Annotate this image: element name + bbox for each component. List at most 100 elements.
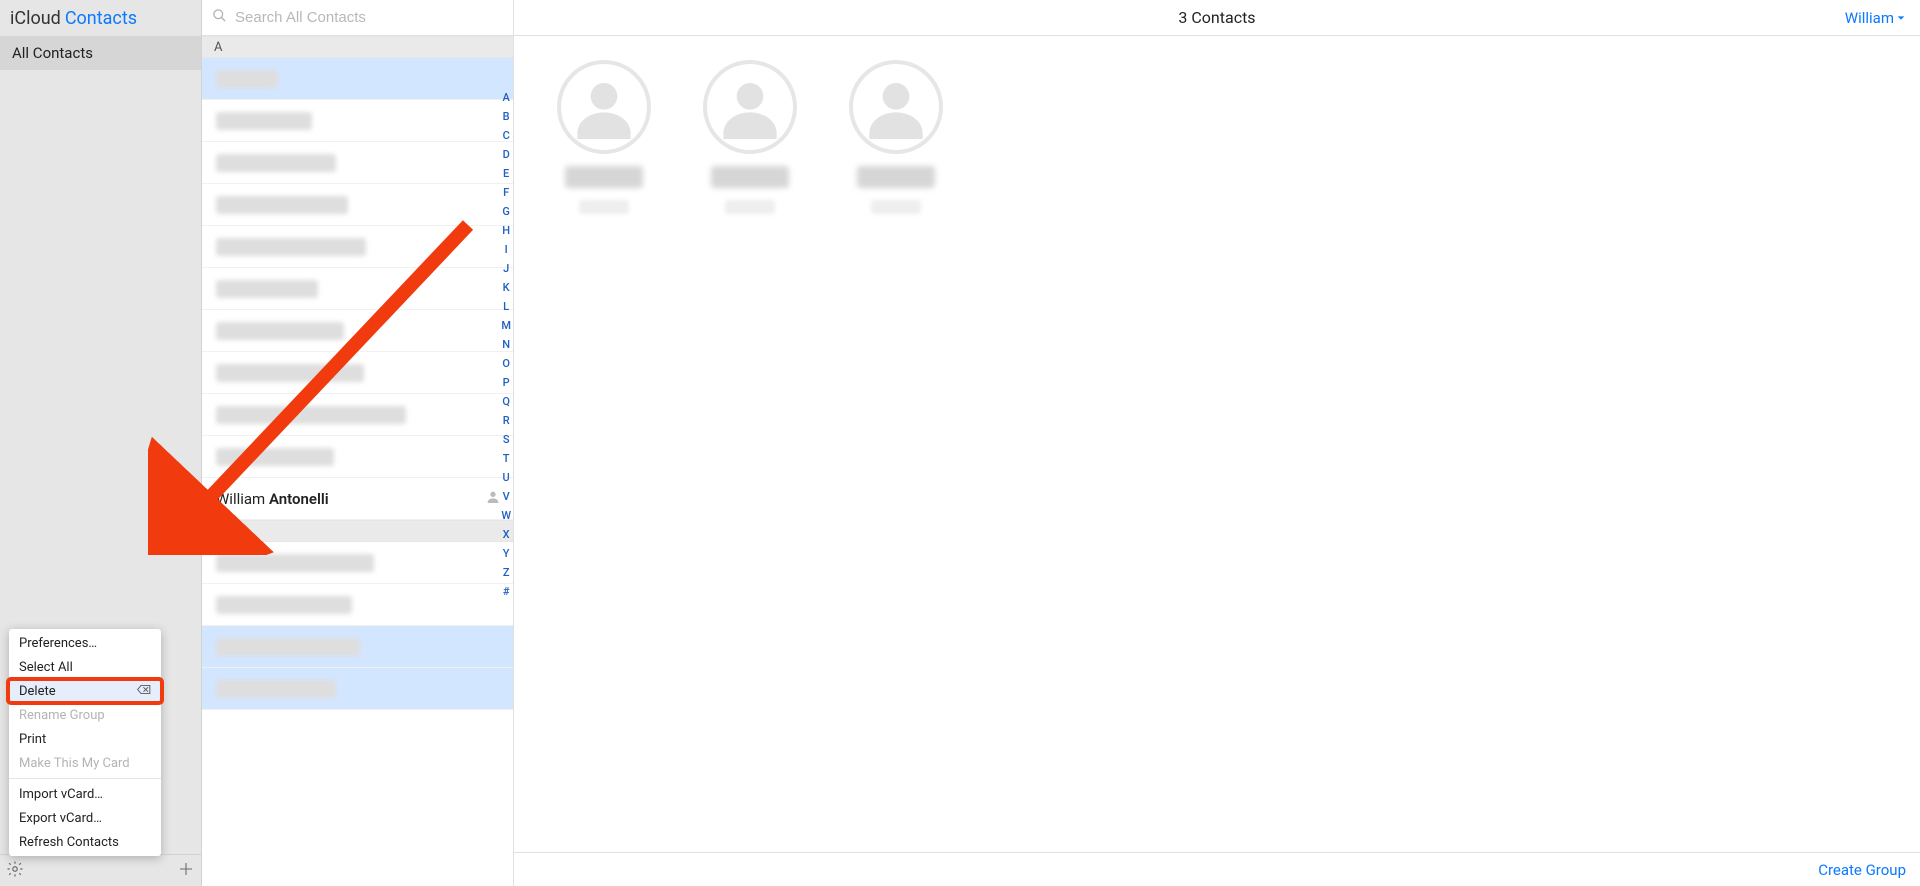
app-name-label: Contacts bbox=[65, 8, 137, 29]
contacts-list[interactable]: A William Antonelli B bbox=[202, 36, 513, 886]
add-button[interactable] bbox=[171, 856, 201, 886]
contact-row[interactable] bbox=[202, 352, 513, 394]
alpha-index-letter[interactable]: K bbox=[503, 280, 510, 295]
alpha-index-letter[interactable]: O bbox=[502, 356, 510, 371]
section-header: B bbox=[202, 520, 513, 542]
menu-separator bbox=[9, 778, 161, 779]
alpha-index-letter[interactable]: Q bbox=[502, 394, 510, 409]
avatar-placeholder-icon bbox=[557, 60, 651, 154]
alpha-index-letter[interactable]: M bbox=[501, 318, 511, 333]
contact-row[interactable]: William Antonelli bbox=[202, 478, 513, 520]
app-root: iCloud Contacts All Contacts bbox=[0, 0, 1920, 886]
menu-item-preferences[interactable]: Preferences… bbox=[9, 631, 161, 655]
selected-contacts-avatars bbox=[554, 60, 1920, 214]
contact-name-redacted bbox=[565, 166, 643, 188]
menu-item-label: Make This My Card bbox=[19, 756, 130, 771]
alpha-index-letter[interactable]: D bbox=[503, 147, 510, 162]
sidebar-footer bbox=[0, 854, 201, 886]
alpha-index-letter[interactable]: T bbox=[503, 451, 510, 466]
menu-item-import-vcard[interactable]: Import vCard… bbox=[9, 782, 161, 806]
alpha-index-letter[interactable]: F bbox=[503, 185, 509, 200]
alpha-index-letter[interactable]: C bbox=[503, 128, 510, 143]
alpha-index-letter[interactable]: G bbox=[502, 204, 510, 219]
contact-name-redacted bbox=[216, 322, 344, 340]
alpha-index-letter[interactable]: Y bbox=[503, 546, 510, 561]
alpha-index-letter[interactable]: # bbox=[503, 584, 510, 599]
sidebar-item-all-contacts[interactable]: All Contacts bbox=[0, 36, 201, 70]
contact-row[interactable] bbox=[202, 142, 513, 184]
contact-row[interactable] bbox=[202, 58, 513, 100]
contact-row[interactable] bbox=[202, 310, 513, 352]
contact-name-redacted bbox=[216, 448, 334, 466]
menu-item-label: Preferences… bbox=[19, 636, 97, 651]
menu-item-label: Import vCard… bbox=[19, 787, 103, 802]
contact-name-redacted bbox=[857, 166, 935, 188]
settings-gear-button[interactable] bbox=[0, 856, 30, 886]
app-switcher[interactable]: iCloud Contacts bbox=[0, 0, 201, 36]
contact-name-redacted bbox=[216, 154, 336, 172]
avatar-placeholder-icon bbox=[703, 60, 797, 154]
contact-name-redacted bbox=[216, 112, 312, 130]
alpha-index-letter[interactable]: A bbox=[503, 90, 510, 105]
detail-body bbox=[514, 36, 1920, 852]
alpha-index-letter[interactable]: S bbox=[503, 432, 510, 447]
menu-item-select-all[interactable]: Select All bbox=[9, 655, 161, 679]
selected-contact-card[interactable] bbox=[554, 60, 654, 214]
contact-row[interactable] bbox=[202, 584, 513, 626]
contact-row[interactable] bbox=[202, 626, 513, 668]
menu-item-export-vcard[interactable]: Export vCard… bbox=[9, 806, 161, 830]
alpha-index-letter[interactable]: J bbox=[503, 261, 509, 276]
alpha-index-letter[interactable]: B bbox=[503, 109, 510, 124]
create-group-button[interactable]: Create Group bbox=[1818, 861, 1906, 879]
contact-detail-redacted bbox=[579, 200, 629, 214]
alpha-index-letter[interactable]: I bbox=[505, 242, 508, 257]
sidebar: iCloud Contacts All Contacts bbox=[0, 0, 202, 886]
search-input[interactable] bbox=[233, 8, 503, 27]
alpha-index-letter[interactable]: L bbox=[503, 299, 509, 314]
menu-item-label: Print bbox=[19, 732, 46, 747]
contact-name-redacted bbox=[216, 364, 364, 382]
alpha-index-letter[interactable]: E bbox=[503, 166, 509, 181]
menu-item-refresh-contacts[interactable]: Refresh Contacts bbox=[9, 830, 161, 854]
chevron-down-icon bbox=[1896, 9, 1906, 27]
contact-row[interactable] bbox=[202, 268, 513, 310]
contact-name-redacted bbox=[216, 596, 352, 614]
contact-row[interactable] bbox=[202, 184, 513, 226]
menu-item-delete[interactable]: Delete bbox=[9, 679, 161, 703]
contact-row[interactable] bbox=[202, 668, 513, 710]
alpha-index-letter[interactable]: W bbox=[501, 508, 511, 523]
contact-name-redacted bbox=[216, 70, 278, 88]
contact-row[interactable] bbox=[202, 100, 513, 142]
selected-contact-card[interactable] bbox=[846, 60, 946, 214]
alpha-index-letter[interactable]: V bbox=[503, 489, 510, 504]
alpha-index-letter[interactable]: X bbox=[503, 527, 510, 542]
search-icon bbox=[212, 8, 227, 27]
menu-item-rename-group: Rename Group bbox=[9, 703, 161, 727]
contact-name-redacted bbox=[216, 238, 366, 256]
alpha-index-letter[interactable]: H bbox=[502, 223, 510, 238]
contact-detail-redacted bbox=[871, 200, 921, 214]
menu-item-label: Rename Group bbox=[19, 708, 105, 723]
contact-row[interactable] bbox=[202, 394, 513, 436]
alpha-index-letter[interactable]: R bbox=[503, 413, 510, 428]
menu-item-print[interactable]: Print bbox=[9, 727, 161, 751]
contact-row[interactable] bbox=[202, 542, 513, 584]
contacts-list-column: AWilliam AntonelliB ABCDEFGHIJKLMNOPQRST… bbox=[202, 0, 514, 886]
alpha-index-letter[interactable]: Z bbox=[503, 565, 510, 580]
me-card-icon bbox=[485, 489, 501, 509]
selected-contact-card[interactable] bbox=[700, 60, 800, 214]
plus-icon bbox=[177, 860, 195, 882]
alpha-index-letter[interactable]: N bbox=[502, 337, 510, 352]
alpha-index-letter[interactable]: U bbox=[503, 470, 510, 485]
alpha-index-letter[interactable]: P bbox=[503, 375, 510, 390]
contact-row[interactable] bbox=[202, 436, 513, 478]
contact-row[interactable] bbox=[202, 226, 513, 268]
contact-name-redacted bbox=[216, 280, 318, 298]
account-menu-button[interactable]: William bbox=[1845, 0, 1906, 36]
contact-name: William Antonelli bbox=[216, 490, 329, 508]
contact-name-redacted bbox=[216, 638, 360, 656]
section-header: A bbox=[202, 36, 513, 58]
contact-name-redacted bbox=[711, 166, 789, 188]
backspace-icon bbox=[137, 684, 151, 699]
account-name: William bbox=[1845, 9, 1894, 27]
